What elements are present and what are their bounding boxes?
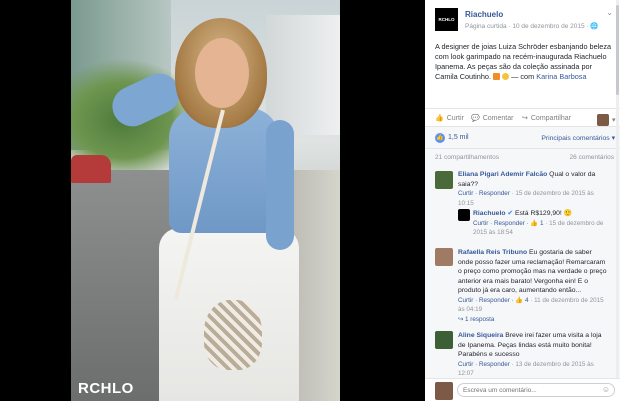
- comment-label: Comentar: [482, 114, 514, 122]
- comment-author[interactable]: Riachuelo: [473, 210, 505, 217]
- comments-list: Eliana Pigari Ademir Falcão Qual o valor…: [425, 166, 620, 380]
- comment-icon: 💬: [471, 115, 480, 122]
- comment-meta: Curtir · Responder · 13 de dezembro de 2…: [458, 361, 594, 378]
- commenter-avatar[interactable]: [435, 331, 453, 349]
- reactions-bar: 👍 1,5 mil Principais comentários ▾: [425, 126, 620, 149]
- page-avatar[interactable]: RCHLO: [435, 8, 458, 31]
- post-header: RCHLO Riachuelo Página curtida · 10 de d…: [435, 8, 615, 36]
- comment-likes[interactable]: 👍 4: [515, 297, 528, 304]
- caret-down-icon: ▾: [612, 117, 616, 124]
- view-replies-link[interactable]: ↪ 1 resposta: [458, 316, 494, 323]
- share-button[interactable]: ↪ Compartilhar: [522, 114, 571, 123]
- comment-text: Está R$129,90! 🙂: [513, 210, 573, 217]
- sidebar-scrollbar[interactable]: [616, 0, 619, 380]
- page-name[interactable]: Riachuelo: [465, 10, 503, 19]
- scrollbar-thumb[interactable]: [616, 5, 619, 95]
- emoji-icon: [502, 73, 510, 80]
- post-meta: Página curtida · 10 de dezembro de 2015 …: [465, 22, 598, 30]
- comments-count[interactable]: 26 comentários: [570, 154, 614, 161]
- crochet-bag: [204, 300, 262, 370]
- chevron-down-icon[interactable]: ⌄: [606, 8, 613, 17]
- likes-count[interactable]: 1,5 mil: [448, 134, 469, 141]
- user-avatar: [435, 382, 453, 400]
- commenter-avatar[interactable]: [435, 171, 453, 189]
- counts-bar: 21 compartilhamentos 26 comentários: [425, 148, 620, 167]
- comment-meta: Curtir · Responder · 👍 1 · 15 de dezembr…: [473, 220, 603, 237]
- comment-sort-dropdown[interactable]: Principais comentários ▾: [541, 134, 615, 142]
- comment: Aline Siqueira Breve irei fazer uma visi…: [458, 331, 608, 379]
- post-photo[interactable]: [71, 0, 340, 401]
- thumbs-up-icon: 👍: [435, 115, 444, 122]
- posting-as-selector[interactable]: ▾: [597, 114, 616, 126]
- comment-likes[interactable]: 👍 1: [530, 220, 543, 227]
- comment-input[interactable]: [457, 383, 615, 397]
- photo-viewer: RCHLO: [0, 0, 425, 401]
- page-reply-avatar[interactable]: [458, 209, 470, 221]
- shares-count[interactable]: 21 compartilhamentos: [435, 154, 499, 161]
- post-text: A designer de joias Luiza Schröder esban…: [435, 42, 615, 82]
- comment-actions[interactable]: Curtir · Responder ·: [458, 297, 515, 304]
- comment-composer: ☺: [425, 378, 620, 401]
- comment-meta: Curtir · Responder · 👍 4 · 11 de dezembr…: [458, 297, 604, 314]
- tagged-person-link[interactable]: Karina Barbosa: [536, 72, 586, 81]
- comment-reply: Riachuelo ✔ Está R$129,90! 🙂 Curtir · Re…: [473, 209, 608, 238]
- comment-actions[interactable]: Curtir · Responder ·: [473, 220, 530, 227]
- share-icon: ↪: [522, 115, 528, 122]
- comment: Eliana Pigari Ademir Falcão Qual o valor…: [458, 170, 608, 208]
- comment-author[interactable]: Aline Siqueira: [458, 332, 503, 339]
- post-sidebar: RCHLO Riachuelo Página curtida · 10 de d…: [425, 0, 620, 401]
- comment-meta: Curtir · Responder · 15 de dezembro de 2…: [458, 190, 594, 207]
- emoji-icon[interactable]: ☺: [602, 385, 610, 394]
- share-label: Compartilhar: [530, 114, 571, 122]
- like-label: Curtir: [446, 114, 464, 122]
- emoji-icon: [493, 73, 501, 80]
- arm: [266, 120, 294, 250]
- car: [71, 155, 111, 183]
- commenter-avatar[interactable]: [435, 248, 453, 266]
- comment: Rafaella Reis Tribuno Eu gostaria de sab…: [458, 248, 608, 324]
- user-avatar: [597, 114, 609, 126]
- globe-icon: 🌐: [590, 23, 599, 30]
- photo-watermark: RCHLO: [78, 380, 134, 397]
- comment-actions[interactable]: Curtir · Responder: [458, 190, 510, 197]
- comment-author[interactable]: Eliana Pigari Ademir Falcão: [458, 171, 547, 178]
- like-button[interactable]: 👍 Curtir: [435, 114, 464, 123]
- post-actions: 👍 Curtir 💬 Comentar ↪ Compartilhar ▾: [425, 108, 620, 127]
- comment-button[interactable]: 💬 Comentar: [471, 114, 514, 123]
- with-separator: — com: [511, 72, 535, 81]
- like-reaction-icon: 👍: [435, 133, 445, 143]
- building: [266, 15, 340, 135]
- comment-author[interactable]: Rafaella Reis Tribuno: [458, 249, 527, 256]
- face: [195, 38, 249, 108]
- post-meta-text: Página curtida · 10 de dezembro de 2015 …: [465, 23, 591, 30]
- comment-actions[interactable]: Curtir · Responder: [458, 361, 510, 368]
